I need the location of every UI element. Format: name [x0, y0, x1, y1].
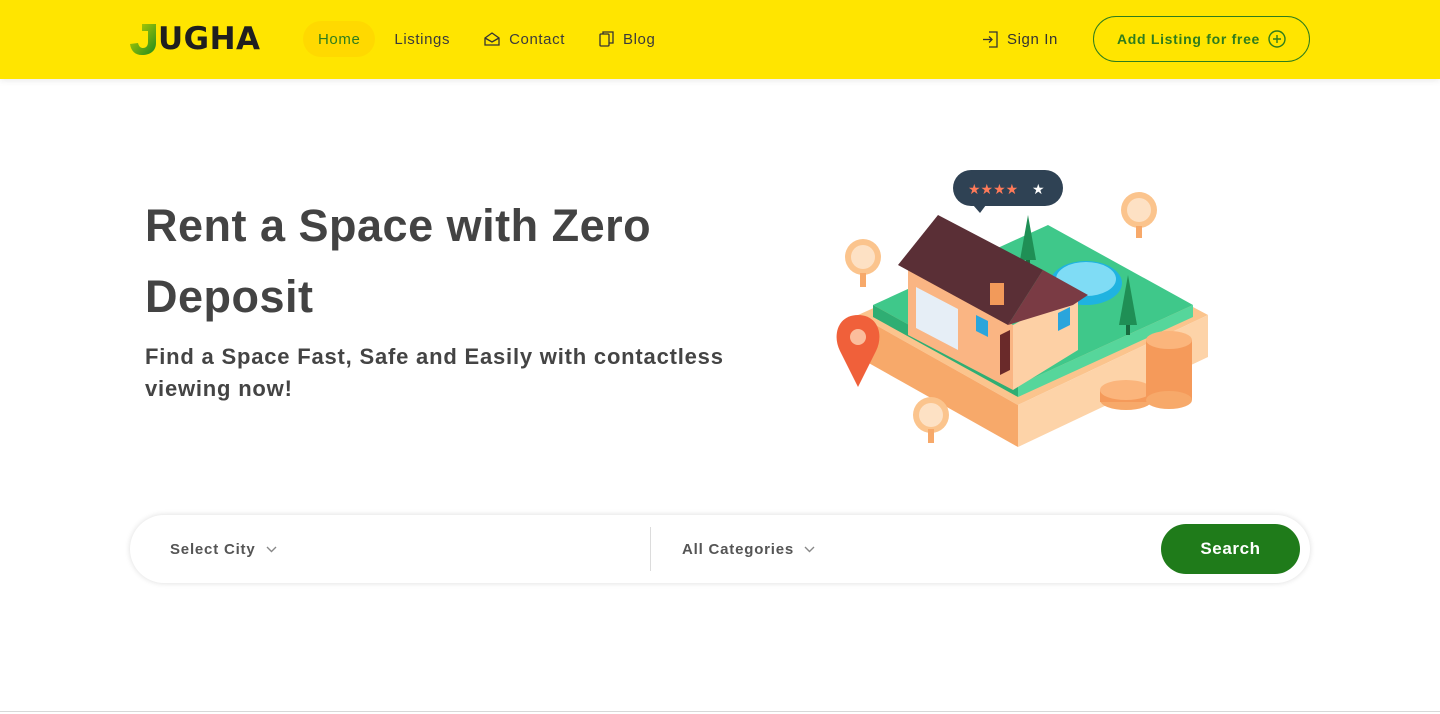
nav-listings-label: Listings [394, 30, 451, 48]
search-divider [650, 527, 651, 571]
logo-text: UGHA [158, 21, 261, 57]
svg-text:★★★★: ★★★★ [968, 182, 1018, 198]
category-select-label: All Categories [682, 540, 795, 558]
site-header: UGHA Home Listings Contact Blog Sign In … [0, 0, 1440, 79]
category-select[interactable]: All Categories [682, 515, 815, 583]
logo-j-mark-icon [130, 24, 156, 55]
svg-text:★: ★ [1032, 182, 1045, 198]
nav-home[interactable]: Home [303, 21, 376, 57]
sign-in-link[interactable]: Sign In [982, 27, 1058, 51]
search-bar: Select City All Categories Search [130, 515, 1310, 583]
sign-in-label: Sign In [1007, 30, 1058, 48]
nav-blog-label: Blog [623, 30, 656, 48]
add-listing-label: Add Listing for free [1116, 31, 1261, 47]
add-listing-button[interactable]: Add Listing for free [1093, 16, 1310, 62]
main-nav: Home Listings Contact Blog [303, 21, 670, 57]
chevron-down-icon [804, 546, 815, 553]
chevron-down-icon [266, 546, 277, 553]
nav-contact[interactable]: Contact [469, 21, 580, 57]
city-select-label: Select City [170, 540, 256, 558]
sign-in-icon [982, 30, 998, 48]
nav-home-label: Home [318, 30, 361, 48]
copy-icon [599, 31, 614, 47]
nav-listings[interactable]: Listings [379, 21, 465, 57]
section-divider [0, 711, 1440, 712]
hero-subtitle: Find a Space Fast, Safe and Easily with … [145, 344, 724, 401]
hero-title: Rent a Space with Zero Deposit [145, 200, 652, 322]
house-illustration: ★★★★ ★ [828, 165, 1218, 455]
search-button[interactable]: Search [1161, 524, 1300, 574]
city-select[interactable]: Select City [170, 515, 277, 583]
envelope-open-icon [484, 32, 500, 46]
plus-circle-icon [1268, 30, 1286, 48]
nav-contact-label: Contact [509, 30, 565, 48]
nav-blog[interactable]: Blog [584, 21, 670, 57]
jugha-logo[interactable]: UGHA [130, 22, 261, 56]
